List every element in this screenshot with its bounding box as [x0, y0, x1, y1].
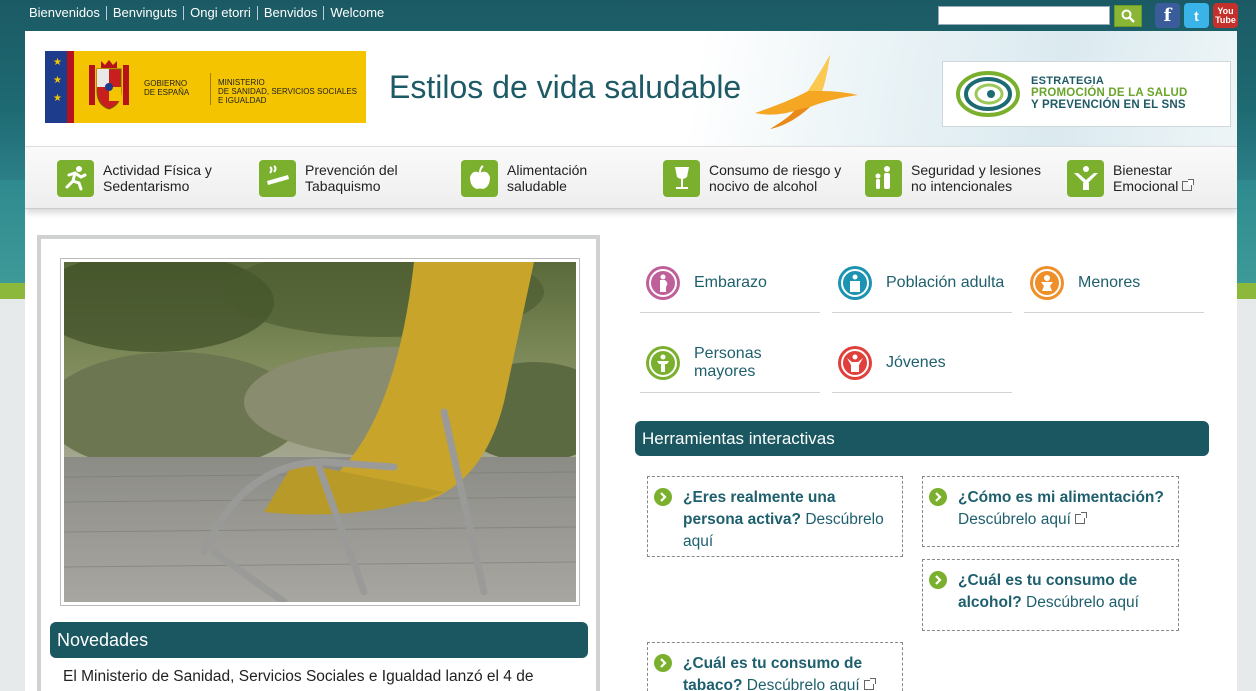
- tool-alimentacion[interactable]: ¿Cómo es mi alimentación? Descúbrelo aqu…: [922, 476, 1179, 547]
- running-icon: [57, 159, 94, 197]
- tools-heading: Herramientas interactivas: [635, 421, 1209, 456]
- swirl-logo-icon: [956, 71, 1020, 117]
- language-selector: Bienvenidos Benvinguts Ongi etorri Benvi…: [29, 6, 390, 20]
- group-embarazo[interactable]: Embarazo: [640, 253, 820, 313]
- external-link-icon: [1182, 179, 1195, 191]
- chevron-right-icon: [929, 571, 947, 589]
- group-poblacion-adulta[interactable]: Población adulta: [832, 253, 1012, 313]
- government-logo[interactable]: ★ ★ ★ GOBIERNO DE ESPAÑA MINISTERIO DE S: [45, 51, 366, 123]
- coat-of-arms-icon: [89, 60, 129, 110]
- target-groups: Embarazo Población adulta Menores Person…: [640, 253, 1210, 423]
- nav-item-tabaquismo[interactable]: Prevención del Tabaquismo: [259, 158, 455, 198]
- adult-icon: [838, 265, 872, 300]
- government-label: GOBIERNO DE ESPAÑA: [144, 79, 190, 97]
- nav-item-alimentacion[interactable]: Alimentación saludable: [461, 158, 657, 198]
- group-personas-mayores[interactable]: Personas mayores: [640, 333, 820, 393]
- featured-panel: Novedades El Ministerio de Sanidad, Serv…: [37, 235, 600, 691]
- novedades-text: El Ministerio de Sanidad, Servicios Soci…: [63, 668, 534, 685]
- heart-person-icon: [1067, 159, 1104, 197]
- tool-persona-activa[interactable]: ¿Eres realmente una persona activa? Desc…: [647, 476, 903, 557]
- pregnant-icon: [646, 265, 680, 300]
- site-title[interactable]: Estilos de vida saludable: [389, 69, 741, 106]
- apple-icon: [461, 159, 498, 197]
- language-link-eu[interactable]: Ongi etorri: [183, 6, 257, 20]
- strategy-banner[interactable]: ESTRATEGIA PROMOCIÓN DE LA SALUD Y PREVE…: [942, 61, 1231, 127]
- group-jovenes[interactable]: Jóvenes: [832, 333, 1012, 393]
- search-icon: [1121, 9, 1135, 23]
- language-link-en[interactable]: Welcome: [323, 6, 390, 20]
- language-link-ca[interactable]: Benvinguts: [105, 6, 183, 20]
- external-link-icon: [1074, 512, 1087, 524]
- glass-icon: [663, 159, 700, 197]
- facebook-icon[interactable]: f: [1155, 3, 1180, 28]
- strategy-subtitle: Y PREVENCIÓN EN EL SNS: [1031, 99, 1186, 111]
- group-menores[interactable]: Menores: [1024, 253, 1204, 313]
- search-button[interactable]: [1114, 5, 1142, 27]
- youtube-icon[interactable]: You Tube: [1213, 3, 1238, 28]
- tool-tabaco[interactable]: ¿Cuál es tu consumo de tabaco? Descúbrel…: [647, 642, 903, 691]
- ministry-label: MINISTERIO DE SANIDAD, SERVICIOS SOCIALE…: [218, 78, 358, 105]
- nav-item-actividad-fisica[interactable]: Actividad Física y Sedentarismo: [57, 158, 253, 198]
- nav-item-seguridad[interactable]: Seguridad y lesiones no intencionales: [865, 158, 1061, 198]
- page-container: ★ ★ ★ GOBIERNO DE ESPAÑA MINISTERIO DE S: [25, 31, 1237, 691]
- chevron-right-icon: [929, 488, 947, 506]
- novedades-heading: Novedades: [50, 622, 588, 658]
- language-link-gl[interactable]: Benvidos: [256, 6, 323, 20]
- tool-alcohol[interactable]: ¿Cuál es tu consumo de alcohol? Descúbre…: [922, 559, 1179, 631]
- nav-item-alcohol[interactable]: Consumo de riesgo y nocivo de alcohol: [663, 158, 859, 198]
- main-navigation: Actividad Física y Sedentarismo Prevenció…: [25, 146, 1237, 209]
- chevron-right-icon: [654, 654, 672, 672]
- cigarette-icon: [259, 159, 296, 197]
- eu-flag-strip: ★ ★ ★: [45, 51, 74, 123]
- search-input[interactable]: [938, 6, 1110, 25]
- language-link-es[interactable]: Bienvenidos: [29, 6, 106, 20]
- child-icon: [1030, 265, 1064, 300]
- chevron-right-icon: [654, 488, 672, 506]
- strategy-title: PROMOCIÓN DE LA SALUD: [1031, 87, 1188, 99]
- nav-item-bienestar[interactable]: Bienestar Emocional: [1067, 158, 1237, 198]
- bird-logo-icon: [755, 55, 858, 129]
- external-link-icon: [863, 678, 876, 690]
- top-bar: Bienvenidos Benvinguts Ongi etorri Benvi…: [0, 0, 1256, 30]
- youth-icon: [838, 345, 872, 380]
- deck-chair-photo: [64, 262, 576, 602]
- strategy-label: ESTRATEGIA: [1031, 75, 1105, 87]
- site-header: ★ ★ ★ GOBIERNO DE ESPAÑA MINISTERIO DE S: [25, 31, 1237, 146]
- twitter-icon[interactable]: t: [1184, 3, 1209, 28]
- featured-image[interactable]: [60, 258, 580, 606]
- family-icon: [865, 159, 902, 197]
- elderly-icon: [646, 345, 680, 380]
